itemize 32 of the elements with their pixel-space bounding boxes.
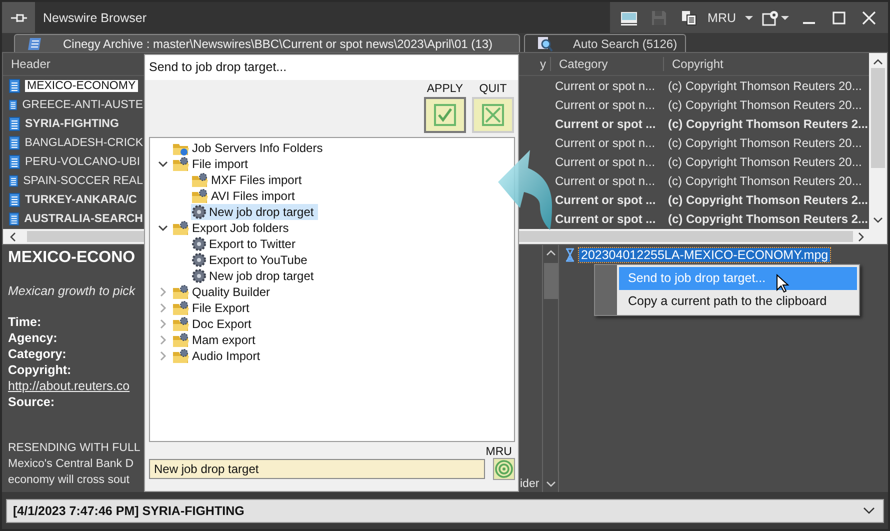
copyright-cell-text: (c) Copyright Thomson Reuters 20... (667, 174, 863, 188)
dialog-title: Send to job drop target... (145, 55, 518, 80)
apply-label: APPLY (426, 83, 464, 95)
story-summary: Mexican growth to pick (8, 284, 136, 298)
field-label: Agency: (8, 330, 58, 346)
body-text: ider (520, 477, 540, 492)
body-text: Mexico's Central Bank D (8, 457, 134, 472)
category-cell-text: Current or spot n... (554, 136, 656, 150)
category-cell-text: Current or spot ... (554, 212, 657, 226)
copyright-cell-text: (c) Copyright Thomson Reuters 20... (667, 98, 863, 112)
copyright-cell-text: (c) Copyright Thomson Reuters 2... (667, 212, 869, 226)
body-text: economy will cross sout (8, 473, 130, 488)
window-title: Newswire Browser (43, 10, 148, 24)
quit-label: QUIT (479, 83, 507, 95)
copyright-cell-text: (c) Copyright Thomson Reuters 2... (667, 116, 869, 130)
copyright-cell-text: (c) Copyright Thomson Reuters 20... (667, 78, 863, 92)
body-text: RESENDING WITH FULL (8, 441, 140, 456)
field-label: Time: (8, 314, 42, 330)
category-cell-text: Current or spot n... (554, 78, 656, 92)
mru-label: MRU (486, 446, 512, 458)
category-cell-text: Current or spot ... (554, 192, 657, 206)
category-cell-text: Current or spot n... (554, 154, 656, 168)
field-label: Source: (8, 394, 55, 410)
story-title: MEXICO-ECONO (8, 249, 136, 267)
copyright-cell-text: (c) Copyright Thomson Reuters 20... (667, 136, 863, 150)
category-cell-text: Current or spot n... (554, 174, 656, 188)
copyright-cell-text: (c) Copyright Thomson Reuters 2... (667, 192, 869, 206)
category-cell-text: Current or spot ... (554, 116, 657, 130)
field-label: Category: (8, 346, 66, 362)
copyright-cell-text: (c) Copyright Thomson Reuters 20... (667, 154, 863, 168)
field-label: Copyright: (8, 362, 72, 378)
category-cell-text: Current or spot n... (554, 98, 656, 112)
